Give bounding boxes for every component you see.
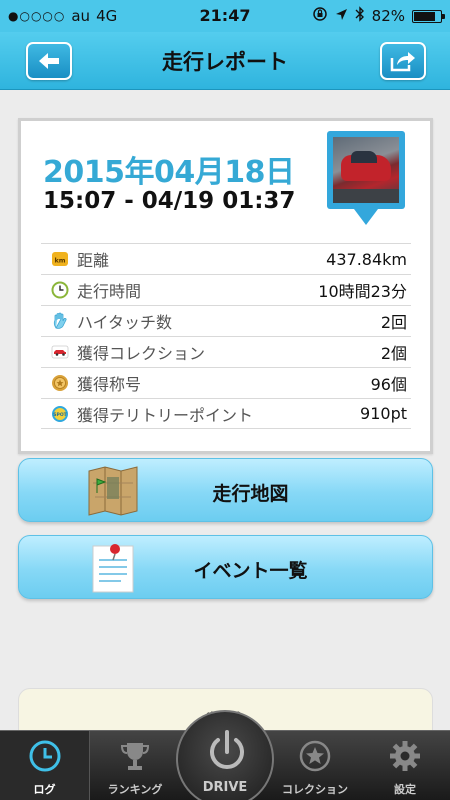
stat-value: 2回 [380, 313, 407, 332]
battery-fill [414, 11, 436, 21]
power-icon [210, 730, 244, 769]
spot-icon: SPOT [51, 405, 69, 423]
share-button[interactable] [380, 42, 426, 80]
stat-label: ハイタッチ数 [77, 313, 173, 332]
stat-label: 走行時間 [77, 282, 142, 301]
tab-ranking[interactable]: ランキング [90, 731, 180, 800]
photo-ground [333, 189, 399, 203]
drive-map-label: 走行地図 [212, 483, 289, 505]
stat-row-collection: 獲得コレクション 2個 [41, 336, 411, 367]
stat-value: 910pt [360, 404, 407, 423]
tab-settings-label: 設定 [394, 783, 416, 796]
stat-value: 96個 [370, 375, 407, 394]
pin-tip [354, 209, 378, 225]
car-photo [333, 137, 399, 203]
event-list-label: イベント一覧 [193, 560, 308, 582]
clock-icon [0, 739, 89, 773]
stat-row-territory-points: SPOT 獲得テリトリーポイント 910pt [41, 398, 411, 429]
report-time-range: 15:07 - 04/19 01:37 [43, 188, 296, 214]
drive-map-button[interactable]: 走行地図 [18, 458, 433, 522]
rotation-lock-icon [312, 6, 328, 26]
report-card: 2015年04月18日 15:07 - 04/19 01:37 km 距離 43… [18, 118, 433, 454]
stats-list: km 距離 437.84km 走行時間 10時間23分 ハイタッチ数 2回 獲得… [41, 243, 411, 429]
photo-car-window [351, 151, 377, 163]
tab-collection[interactable]: コレクション [270, 731, 360, 800]
location-icon [335, 7, 348, 25]
stat-value: 10時間23分 [318, 282, 407, 301]
hand-icon [51, 312, 69, 330]
trophy-icon [90, 739, 180, 773]
km-icon: km [51, 250, 69, 268]
tab-ranking-label: ランキング [107, 783, 163, 796]
stat-label: 獲得コレクション [77, 344, 206, 363]
status-bar: ●○○○○ au 4G 21:47 82% [0, 0, 450, 32]
report-date: 2015年04月18日 [43, 155, 295, 190]
photo-frame [327, 131, 405, 209]
battery-icon [412, 9, 445, 23]
stat-row-distance: km 距離 437.84km [41, 243, 411, 274]
stat-row-titles: 獲得称号 96個 [41, 367, 411, 398]
status-right: 82% [312, 6, 445, 26]
car-icon [51, 343, 69, 361]
bluetooth-icon [355, 6, 365, 26]
battery-percent: 82% [371, 7, 405, 25]
nav-bar: 走行レポート [0, 32, 450, 90]
stat-label: 獲得称号 [77, 375, 142, 394]
svg-text:km: km [54, 257, 65, 265]
drive-label: DRIVE [202, 780, 248, 795]
tab-log-label: ログ [33, 783, 56, 796]
stat-label: 距離 [77, 251, 110, 270]
svg-text:SPOT: SPOT [53, 412, 67, 418]
drive-button[interactable]: DRIVE [176, 710, 274, 800]
star-icon [270, 739, 360, 773]
car-photo-pin[interactable] [327, 131, 405, 227]
stat-value: 2個 [380, 344, 407, 363]
tab-log[interactable]: ログ [0, 731, 90, 800]
stat-row-high-touch: ハイタッチ数 2回 [41, 305, 411, 336]
clock-icon [51, 281, 69, 299]
event-list-button[interactable]: イベント一覧 [18, 535, 433, 599]
medal-icon [51, 374, 69, 392]
stat-label: 獲得テリトリーポイント [77, 405, 254, 425]
tab-settings[interactable]: 設定 [360, 731, 450, 800]
share-icon [390, 52, 415, 72]
gear-icon [360, 739, 450, 773]
tab-collection-label: コレクション [282, 783, 348, 796]
stat-value: 437.84km [326, 249, 407, 269]
stat-row-drive-time: 走行時間 10時間23分 [41, 274, 411, 305]
